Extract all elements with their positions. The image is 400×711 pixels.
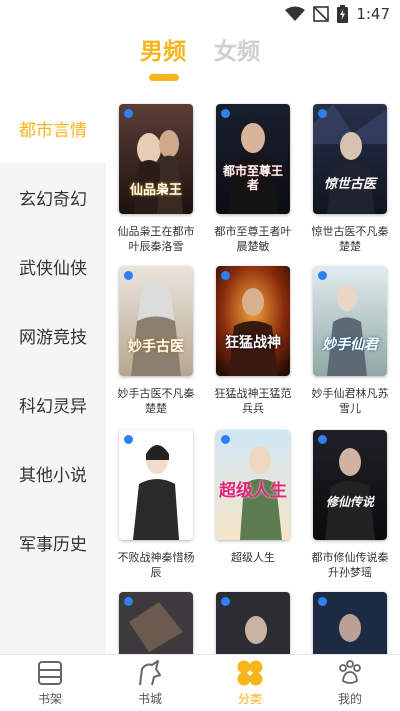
book-card[interactable]: 都市至尊王者 都市至尊王者叶晨楚敏: [213, 104, 293, 254]
app-badge-icon: [124, 271, 133, 280]
nav-bookshelf[interactable]: 书架: [0, 655, 100, 711]
app-badge-icon: [124, 597, 133, 606]
app-badge-icon: [221, 435, 230, 444]
book-grid: 仙品枭王 仙品枭王在都市叶辰秦洛雪 都市至尊王者 都市至尊王者叶晨楚敏 惊世古医…: [106, 94, 400, 654]
book-cover: 超级人生: [216, 430, 290, 540]
book-title: 仙品枭王在都市叶辰秦洛雪: [117, 225, 195, 253]
category-sidebar: 都市言情 玄幻奇幻 武侠仙侠 网游竞技 科幻灵异 其他小说 军事历史: [0, 94, 106, 654]
bottom-nav: 书架 书城 分类 我的: [0, 654, 400, 711]
book-title: 都市修仙传说秦升孙梦瑶: [311, 551, 389, 579]
app-badge-icon: [318, 435, 327, 444]
bookstore-icon: [139, 660, 161, 686]
book-cover: 仙品枭王: [119, 104, 193, 214]
book-card[interactable]: [213, 592, 293, 654]
app-badge-icon: [318, 271, 327, 280]
book-card[interactable]: 超级人生 超级人生: [213, 430, 293, 565]
book-cover: [119, 592, 193, 654]
sidebar-item-military[interactable]: 军事历史: [0, 508, 106, 576]
wifi-icon: [285, 6, 306, 21]
book-title: 妙手仙君林凡苏雪儿: [311, 387, 389, 415]
cover-title: 仙品枭王: [129, 183, 182, 198]
app-badge-icon: [318, 597, 327, 606]
book-card[interactable]: [116, 592, 196, 654]
book-cover: 惊世古医: [313, 104, 387, 214]
cover-title: 都市至尊王者: [222, 164, 283, 192]
book-card[interactable]: 惊世古医 惊世古医不凡秦楚楚: [310, 104, 390, 254]
tab-female[interactable]: 女频: [214, 32, 260, 66]
book-title: 狂猛战神王猛范兵兵: [214, 387, 292, 415]
cover-title: 惊世古医: [323, 177, 376, 192]
book-title: 都市至尊王者叶晨楚敏: [214, 225, 292, 253]
book-card[interactable]: 妙手古医 妙手古医不凡秦楚楚: [116, 266, 196, 416]
nav-bookstore[interactable]: 书城: [100, 655, 200, 711]
bookshelf-icon: [38, 661, 62, 685]
gender-tabs: 男频 女频: [0, 32, 400, 90]
app-badge-icon: [221, 271, 230, 280]
book-cover: 修仙传说: [313, 430, 387, 540]
cover-title: 妙手仙君: [322, 337, 378, 353]
battery-charging-icon: [337, 5, 349, 23]
book-title: 妙手古医不凡秦楚楚: [117, 387, 195, 415]
book-cover: [216, 592, 290, 654]
book-card[interactable]: 狂猛战神 狂猛战神王猛范兵兵: [213, 266, 293, 416]
book-card[interactable]: [310, 592, 390, 654]
sidebar-item-fantasy[interactable]: 玄幻奇幻: [0, 163, 106, 231]
nav-profile[interactable]: 我的: [300, 655, 400, 711]
sidebar-item-gaming[interactable]: 网游竞技: [0, 301, 106, 369]
cover-title: 狂猛战神: [225, 335, 281, 351]
app-badge-icon: [124, 109, 133, 118]
cover-title: 妙手古医: [128, 339, 184, 355]
nav-label: 分类: [237, 692, 262, 706]
paw-icon: [339, 660, 361, 684]
book-card[interactable]: 修仙传说 都市修仙传说秦升孙梦瑶: [310, 430, 390, 580]
book-cover: 妙手古医: [119, 266, 193, 376]
book-card[interactable]: 妙手仙君 妙手仙君林凡苏雪儿: [310, 266, 390, 416]
book-title: 超级人生: [231, 551, 275, 564]
cover-title: 超级人生: [219, 481, 287, 501]
book-title: 不败战神秦惜杨辰: [117, 551, 195, 579]
category-icon: [237, 660, 263, 686]
status-icons: 1:47: [285, 5, 390, 23]
nav-label: 书城: [137, 692, 162, 706]
app-badge-icon: [318, 109, 327, 118]
book-cover: 狂猛战神: [216, 266, 290, 376]
app-badge-icon: [221, 109, 230, 118]
cover-title: 修仙传说: [325, 495, 374, 509]
nav-label: 我的: [337, 692, 362, 706]
book-cover: 都市至尊王者: [216, 104, 290, 214]
sidebar-item-other[interactable]: 其他小说: [0, 439, 106, 507]
book-title: 惊世古医不凡秦楚楚: [311, 225, 389, 253]
nav-label: 书架: [37, 692, 62, 706]
book-card[interactable]: 仙品枭王 仙品枭王在都市叶辰秦洛雪: [116, 104, 196, 254]
app-badge-icon: [124, 435, 133, 444]
sidebar-item-wuxia[interactable]: 武侠仙侠: [0, 232, 106, 300]
book-cover: [119, 430, 193, 540]
tab-male[interactable]: 男频: [140, 32, 186, 66]
sidebar-item-scifi[interactable]: 科幻灵异: [0, 370, 106, 438]
app-badge-icon: [221, 597, 230, 606]
nav-category[interactable]: 分类: [200, 655, 300, 711]
tab-indicator: [149, 74, 179, 81]
status-bar: 1:47: [0, 0, 400, 30]
status-time: 1:47: [356, 5, 390, 23]
book-cover: 妙手仙君: [313, 266, 387, 376]
sidebar-item-urban[interactable]: 都市言情: [0, 94, 106, 162]
book-cover: [313, 592, 387, 654]
no-signal-icon: [313, 6, 330, 22]
book-card[interactable]: 不败战神秦惜杨辰: [116, 430, 196, 580]
